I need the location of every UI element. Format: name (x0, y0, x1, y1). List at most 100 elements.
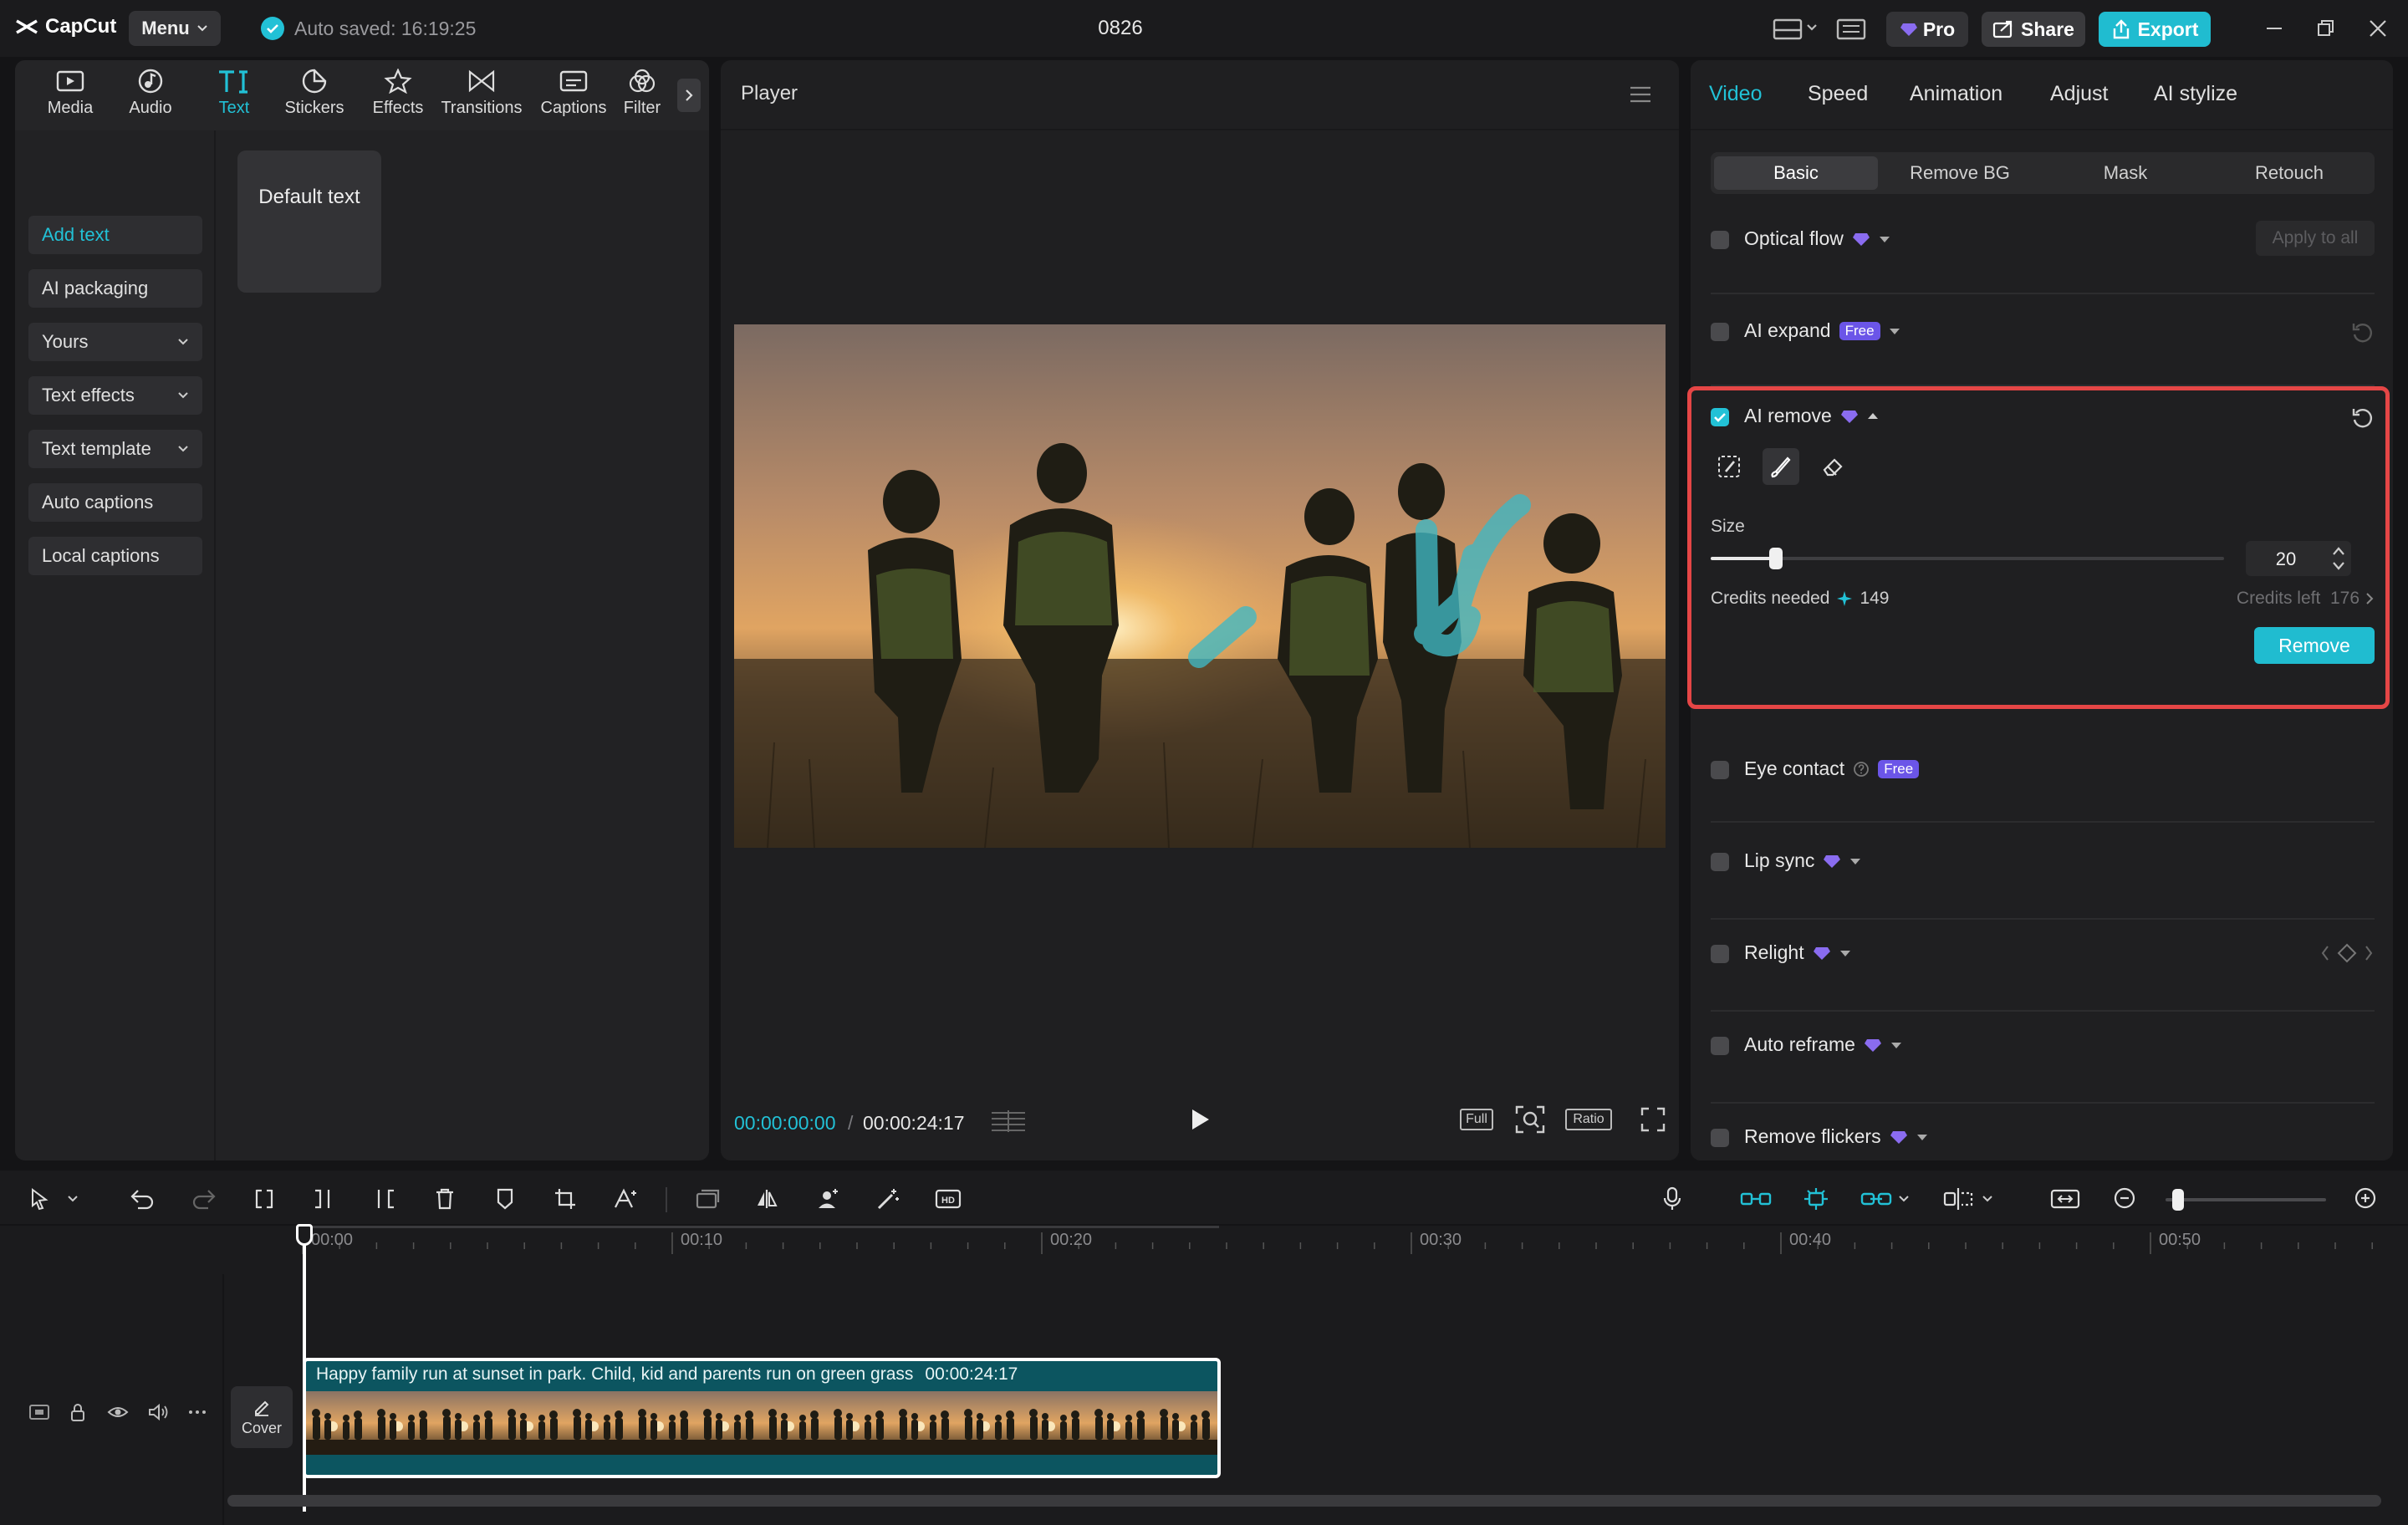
linkage-icon[interactable] (1860, 1184, 1893, 1214)
preview-axis-icon[interactable] (1941, 1184, 1975, 1214)
play-button[interactable] (1189, 1107, 1212, 1132)
auto-reframe-checkbox[interactable] (1711, 1037, 1729, 1055)
split-left-icon[interactable] (309, 1184, 339, 1214)
crop-icon[interactable] (550, 1184, 580, 1214)
hd-enhance-icon[interactable]: HD (933, 1184, 963, 1214)
category-media[interactable]: Media (28, 69, 112, 124)
nav-text-template[interactable]: Text template (28, 430, 202, 468)
default-text-card[interactable]: Default text (237, 150, 381, 293)
share-button[interactable]: Share (1982, 12, 2085, 47)
track-cover-toggle-icon[interactable] (28, 1403, 50, 1421)
playhead-handle[interactable] (296, 1224, 313, 1246)
subtab-mask[interactable]: Mask (2043, 156, 2207, 190)
playhead[interactable] (303, 1227, 306, 1512)
select-cursor-icon[interactable] (25, 1184, 55, 1214)
category-effects[interactable]: Effects (356, 69, 440, 124)
caret-down-icon[interactable] (1879, 235, 1890, 243)
restore-icon[interactable] (2316, 18, 2336, 38)
subtab-retouch[interactable]: Retouch (2207, 156, 2371, 190)
category-audio[interactable]: Audio (109, 69, 192, 124)
ai-edit-icon[interactable] (610, 1184, 640, 1214)
auto-snap-icon[interactable] (1799, 1184, 1833, 1214)
category-captions[interactable]: Captions (532, 69, 615, 124)
shortcuts-icon[interactable] (1836, 17, 1866, 40)
lip-sync-checkbox[interactable] (1711, 853, 1729, 871)
reset-icon[interactable] (2351, 321, 2375, 344)
nav-ai-packaging[interactable]: AI packaging (28, 269, 202, 308)
tab-adjust[interactable]: Adjust (2050, 82, 2108, 106)
help-icon[interactable] (1853, 761, 1870, 778)
tab-animation[interactable]: Animation (1910, 82, 2002, 106)
eye-contact-checkbox[interactable] (1711, 761, 1729, 779)
project-title[interactable]: 0826 (1087, 17, 1154, 40)
visibility-eye-icon[interactable] (107, 1403, 129, 1421)
nav-auto-captions[interactable]: Auto captions (28, 483, 202, 522)
ai-expand-checkbox[interactable] (1711, 323, 1729, 341)
caret-down-icon[interactable] (1890, 1041, 1902, 1049)
chevron-down-icon[interactable] (1978, 1184, 1997, 1214)
zoom-slider-track[interactable] (2166, 1198, 2326, 1201)
category-text[interactable]: Text (192, 69, 276, 124)
nav-text-effects[interactable]: Text effects (28, 376, 202, 415)
pro-button[interactable]: Pro (1886, 12, 1968, 47)
fit-timeline-icon[interactable] (2048, 1184, 2082, 1214)
caret-down-icon[interactable] (1916, 1133, 1928, 1141)
zoom-out-icon[interactable] (2110, 1184, 2140, 1214)
subtab-remove-bg[interactable]: Remove BG (1878, 156, 2042, 190)
microphone-icon[interactable] (1657, 1184, 1687, 1214)
close-icon[interactable] (2368, 18, 2388, 38)
tab-speed[interactable]: Speed (1808, 82, 1868, 106)
player-menu-icon[interactable] (1629, 85, 1652, 104)
relight-checkbox[interactable] (1711, 945, 1729, 963)
zoom-slider-handle[interactable] (2172, 1189, 2184, 1211)
export-button[interactable]: Export (2099, 12, 2211, 47)
frame-grid-icon[interactable] (990, 1109, 1027, 1134)
person-ai-icon[interactable] (813, 1184, 843, 1214)
caret-down-icon[interactable] (1849, 857, 1861, 865)
video-clip[interactable]: Happy family run at sunset in park. Chil… (303, 1358, 1221, 1478)
zoom-in-icon[interactable] (2351, 1184, 2381, 1214)
magic-wand-icon[interactable] (873, 1184, 903, 1214)
full-quality-button[interactable]: Full (1460, 1109, 1493, 1130)
volume-icon[interactable] (147, 1403, 169, 1421)
main-track-magnet-icon[interactable] (1739, 1184, 1773, 1214)
video-preview[interactable] (734, 324, 1666, 848)
layout-icon[interactable] (1773, 17, 1819, 40)
redo-icon[interactable] (189, 1184, 219, 1214)
fit-screen-icon[interactable] (1515, 1105, 1545, 1134)
chevron-down-icon[interactable] (1895, 1184, 1913, 1214)
undo-icon[interactable] (127, 1184, 157, 1214)
keyframe-icon[interactable] (2319, 941, 2375, 965)
category-stickers[interactable]: Stickers (273, 69, 356, 124)
chevron-down-icon[interactable] (64, 1184, 82, 1214)
category-filter[interactable]: Filter (609, 69, 676, 124)
lock-icon[interactable] (69, 1403, 87, 1423)
delete-icon[interactable] (430, 1184, 460, 1214)
time-ruler[interactable] (301, 1226, 2408, 1274)
category-transitions[interactable]: Transitions (440, 69, 523, 124)
tab-ai-stylize[interactable]: AI stylize (2154, 82, 2237, 106)
nav-add-text[interactable]: Add text (28, 216, 202, 254)
remove-flickers-checkbox[interactable] (1711, 1129, 1729, 1147)
split-icon[interactable] (249, 1184, 279, 1214)
optical-flow-checkbox[interactable] (1711, 231, 1729, 249)
ratio-button[interactable]: Ratio (1565, 1109, 1612, 1130)
fullscreen-icon[interactable] (1640, 1107, 1666, 1132)
tab-video[interactable]: Video (1709, 82, 1763, 106)
nav-yours[interactable]: Yours (28, 323, 202, 361)
freeze-frame-icon[interactable] (692, 1184, 722, 1214)
cover-button[interactable]: Cover (231, 1386, 293, 1448)
mirror-icon[interactable] (752, 1184, 783, 1214)
menu-button[interactable]: Menu (129, 11, 221, 46)
timeline-horizontal-scrollbar[interactable] (227, 1495, 2381, 1507)
caret-down-icon[interactable] (1889, 327, 1900, 335)
nav-local-captions[interactable]: Local captions (28, 537, 202, 575)
subtab-basic[interactable]: Basic (1714, 156, 1878, 190)
apply-to-all-button[interactable]: Apply to all (2256, 221, 2375, 256)
minimize-icon[interactable] (2264, 18, 2284, 38)
split-right-icon[interactable] (370, 1184, 400, 1214)
caret-down-icon[interactable] (1839, 949, 1851, 957)
more-options-icon[interactable] (187, 1403, 207, 1421)
marker-icon[interactable] (490, 1184, 520, 1214)
categories-more-button[interactable] (677, 79, 701, 112)
